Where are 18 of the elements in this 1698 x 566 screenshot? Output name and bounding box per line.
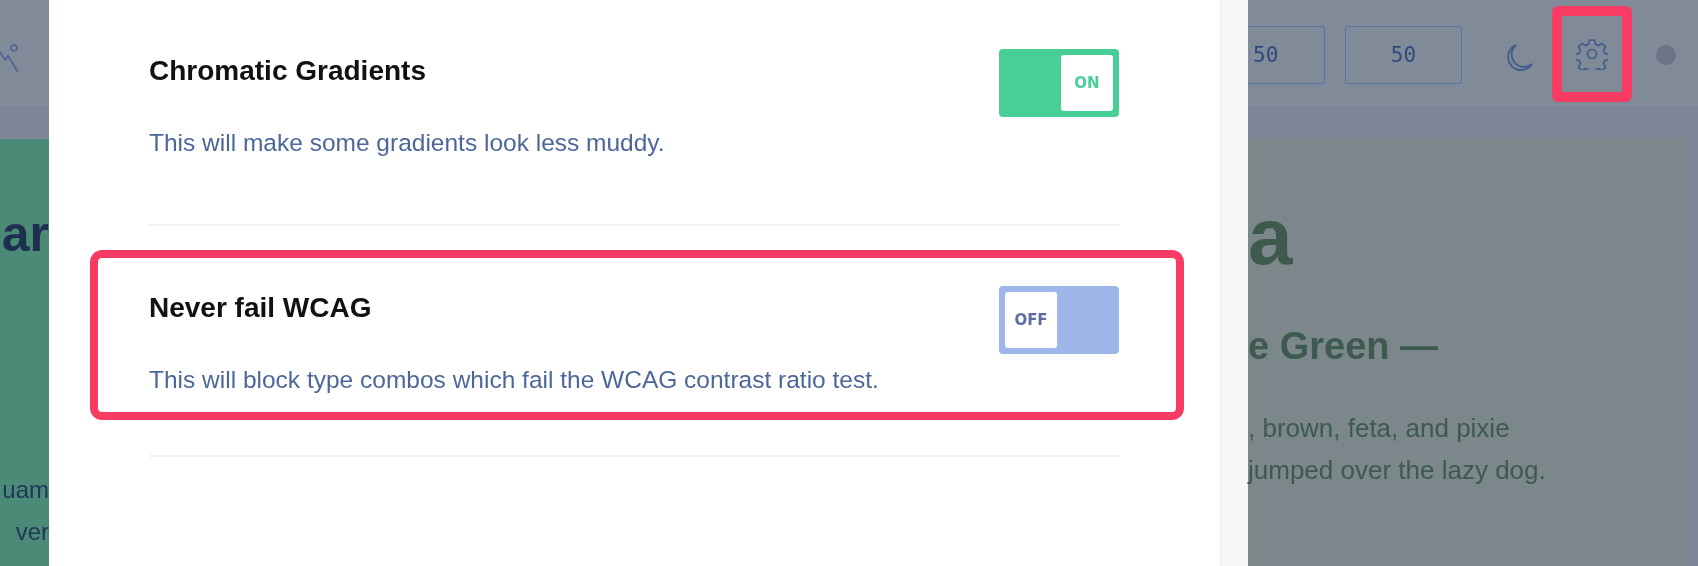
card-text: , brown, feta, and pixie [1248,412,1511,445]
toggle-switch[interactable]: OFF [999,286,1119,354]
setting-description: This will make some gradients look less muddy. [149,128,666,158]
card-heading: a [1248,197,1293,277]
settings-icon [1576,38,1608,70]
card-text: uam [2,475,49,505]
card-heading: ar [1,209,49,259]
number-field[interactable]: 50 [1248,26,1325,84]
card-text: ver [15,517,49,547]
settings-button[interactable] [1552,6,1632,102]
card-text: jumped over the lazy dog. [1248,454,1546,487]
card-subheading: e Green — [1248,327,1439,365]
setting-title: Never fail WCAG [149,291,373,325]
mountain-icon[interactable] [0,44,20,74]
number-field[interactable]: 50 [1345,26,1462,84]
setting-description: This will block type combos which fail the WCAG contrast ratio test. [149,365,880,395]
setting-title: Chromatic Gradients [149,54,427,88]
toggle-switch[interactable]: ON [999,49,1119,117]
